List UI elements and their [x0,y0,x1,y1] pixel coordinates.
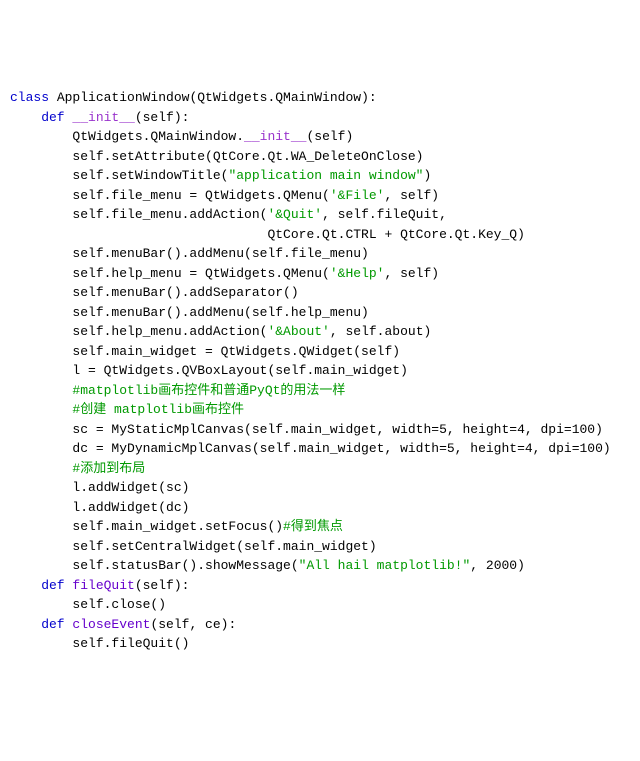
class-decl: ApplicationWindow(QtWidgets.QMainWindow)… [49,90,377,105]
code-text: self.help_menu = QtWidgets.QMenu( [10,266,330,281]
code-line: sc = MyStaticMplCanvas(self.main_widget,… [10,420,630,440]
code-text: self.file_menu.addAction( [10,207,267,222]
code-line: self.setCentralWidget(self.main_widget) [10,537,630,557]
init-call: __init__ [244,129,306,144]
code-text: , 2000) [470,558,525,573]
string-literal: '&Help' [330,266,385,281]
code-line: dc = MyDynamicMplCanvas(self.main_widget… [10,439,630,459]
init-method: __init__ [65,110,135,125]
code-text: self.setWindowTitle( [10,168,228,183]
keyword-class: class [10,90,49,105]
code-text: , self.about) [330,324,431,339]
code-line: self.menuBar().addSeparator() [10,283,630,303]
keyword-def: def [10,617,65,632]
comment: #创建 matplotlib画布控件 [10,400,630,420]
code-line: self.menuBar().addMenu(self.file_menu) [10,244,630,264]
code-text: self.main_widget.setFocus() [10,519,283,534]
function-name: closeEvent [65,617,151,632]
code-text: self.help_menu.addAction( [10,324,267,339]
string-literal: '&About' [267,324,329,339]
comment: #matplotlib画布控件和普通PyQt的用法一样 [10,381,630,401]
code-text: ) [423,168,431,183]
keyword-def: def [10,578,65,593]
string-literal: '&File' [330,188,385,203]
code-text: self.statusBar().showMessage( [10,558,299,573]
keyword-def: def [10,110,65,125]
code-text: (self) [306,129,353,144]
code-line: self.close() [10,595,630,615]
code-line: QtCore.Qt.CTRL + QtCore.Qt.Key_Q) [10,225,630,245]
code-text: , self.fileQuit, [322,207,447,222]
string-literal: '&Quit' [267,207,322,222]
code-text: , self) [384,188,439,203]
code-line: self.fileQuit() [10,634,630,654]
code-text: QtWidgets.QMainWindow. [10,129,244,144]
params: (self): [135,110,190,125]
code-line: l.addWidget(sc) [10,478,630,498]
params: (self, ce): [150,617,236,632]
code-line: l.addWidget(dc) [10,498,630,518]
params: (self): [135,578,190,593]
code-line: self.menuBar().addMenu(self.help_menu) [10,303,630,323]
comment: #得到焦点 [283,519,343,534]
function-name: fileQuit [65,578,135,593]
code-line: self.setAttribute(QtCore.Qt.WA_DeleteOnC… [10,147,630,167]
string-literal: "application main window" [228,168,423,183]
comment: #添加到布局 [10,459,630,479]
code-text: , self) [384,266,439,281]
code-line: l = QtWidgets.QVBoxLayout(self.main_widg… [10,361,630,381]
code-text: self.file_menu = QtWidgets.QMenu( [10,188,330,203]
code-block: class ApplicationWindow(QtWidgets.QMainW… [10,88,630,654]
code-line: self.main_widget = QtWidgets.QWidget(sel… [10,342,630,362]
string-literal: "All hail matplotlib!" [299,558,471,573]
